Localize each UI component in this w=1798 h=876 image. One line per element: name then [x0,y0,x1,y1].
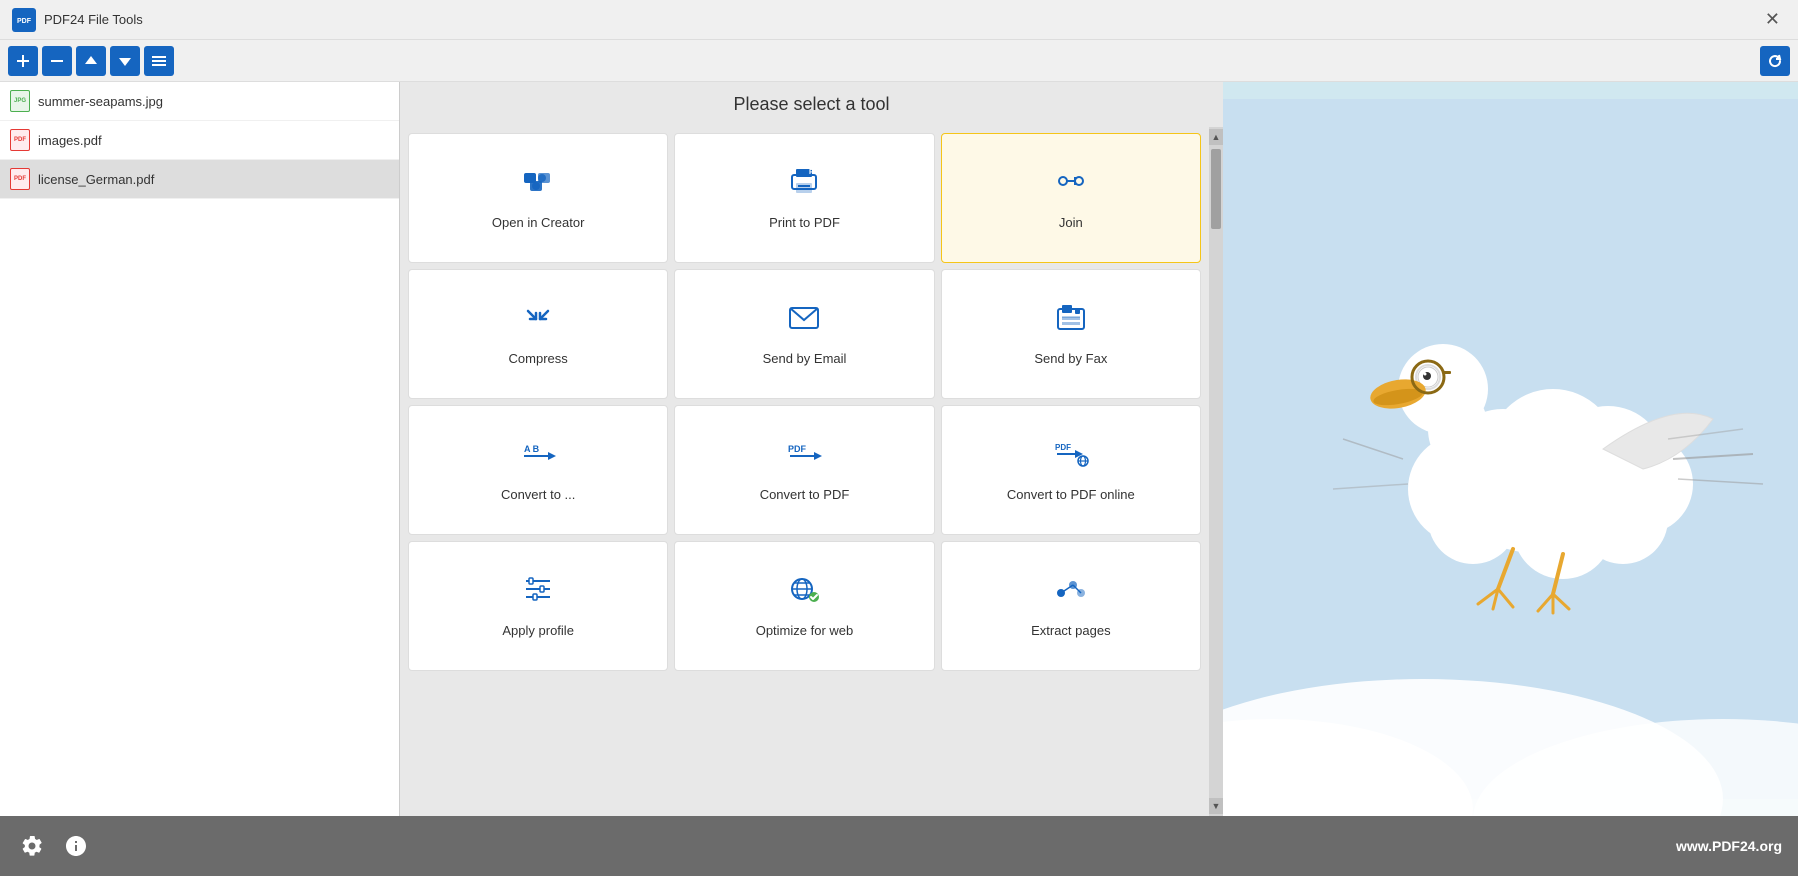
tools-grid: Open in Creator PDF Print [400,127,1209,816]
menu-button[interactable] [144,46,174,76]
app-icon: PDF [12,8,36,32]
file-name-0: summer-seapams.jpg [38,94,163,109]
creator-icon [520,163,556,204]
svg-text:PDF: PDF [1055,443,1071,452]
pdf-icon-2: PDF [10,168,30,190]
title-bar: PDF PDF24 File Tools ✕ [0,0,1798,40]
pdf-icon-1: PDF [10,129,30,151]
close-button[interactable]: ✕ [1759,7,1786,32]
convert-pdf-online-icon: PDF [1053,435,1089,476]
tool-apply-profile[interactable]: Apply profile [408,541,668,671]
file-name-2: license_German.pdf [38,172,154,187]
tool-compress-label: Compress [509,350,568,368]
tool-convert-to[interactable]: A B Convert to ... [408,405,668,535]
tool-apply-profile-label: Apply profile [502,622,574,640]
file-item-0[interactable]: JPG summer-seapams.jpg [0,82,399,121]
jpg-icon: JPG [10,90,30,112]
tool-send-fax-label: Send by Fax [1034,350,1107,368]
scrollbar-track: ▲ ▼ [1209,127,1223,816]
tool-join-label: Join [1059,214,1083,232]
tool-send-email[interactable]: Send by Email [674,269,934,399]
scrollbar-thumb [1211,149,1221,229]
main-content: JPG summer-seapams.jpg PDF images.pdf PD… [0,82,1798,816]
tool-optimize-web[interactable]: Optimize for web [674,541,934,671]
tool-extract-pages-label: Extract pages [1031,622,1111,640]
tools-header: Please select a tool [400,82,1223,127]
svg-text:PDF: PDF [17,18,32,25]
tool-convert-pdf-label: Convert to PDF [760,486,850,504]
move-down-button[interactable] [110,46,140,76]
join-icon [1053,163,1089,204]
tool-convert-pdf-online-label: Convert to PDF online [1007,486,1135,504]
remove-file-button[interactable] [42,46,72,76]
optimize-icon [786,571,822,612]
tool-send-email-label: Send by Email [763,350,847,368]
bottom-bar-left [16,830,92,862]
svg-text:A B: A B [524,444,540,454]
tool-send-fax[interactable]: Send by Fax [941,269,1201,399]
tool-compress[interactable]: Compress [408,269,668,399]
file-item-2[interactable]: PDF license_German.pdf [0,160,399,199]
file-panel: JPG summer-seapams.jpg PDF images.pdf PD… [0,82,400,816]
add-file-button[interactable] [8,46,38,76]
settings-button[interactable] [16,830,48,862]
compress-icon [520,299,556,340]
refresh-button[interactable] [1760,46,1790,76]
title-bar-left: PDF PDF24 File Tools [12,8,143,32]
email-icon [786,299,822,340]
tool-join[interactable]: Join [941,133,1201,263]
tools-grid-wrapper: Open in Creator PDF Print [400,127,1223,816]
tool-open-creator-label: Open in Creator [492,214,585,232]
tool-print-to-pdf[interactable]: PDF Print to PDF [674,133,934,263]
tools-panel: Please select a tool [400,82,1223,816]
toolbar [0,40,1798,82]
convert-icon: A B [520,435,556,476]
move-up-button[interactable] [76,46,106,76]
print-icon: PDF [786,163,822,204]
tool-convert-pdf-online[interactable]: PDF Convert to PDF online [941,405,1201,535]
tool-optimize-web-label: Optimize for web [756,622,854,640]
bottom-bar: www.PDF24.org [0,816,1798,876]
scroll-up-button[interactable]: ▲ [1209,129,1223,145]
app-title: PDF24 File Tools [44,12,143,27]
tool-open-creator[interactable]: Open in Creator [408,133,668,263]
svg-text:PDF: PDF [809,169,822,176]
tool-print-to-pdf-label: Print to PDF [769,214,840,232]
file-name-1: images.pdf [38,133,102,148]
tool-convert-pdf[interactable]: PDF Convert to PDF [674,405,934,535]
website-url: www.PDF24.org [1676,838,1782,854]
profile-icon [520,571,556,612]
extract-icon [1053,571,1089,612]
fax-icon [1053,299,1089,340]
file-item-1[interactable]: PDF images.pdf [0,121,399,160]
info-button[interactable] [60,830,92,862]
scroll-down-button[interactable]: ▼ [1209,798,1223,814]
illustration-panel [1223,82,1798,816]
convert-pdf-icon: PDF [786,435,822,476]
tool-convert-to-label: Convert to ... [501,486,575,504]
svg-text:PDF: PDF [788,444,807,454]
tool-extract-pages[interactable]: Extract pages [941,541,1201,671]
